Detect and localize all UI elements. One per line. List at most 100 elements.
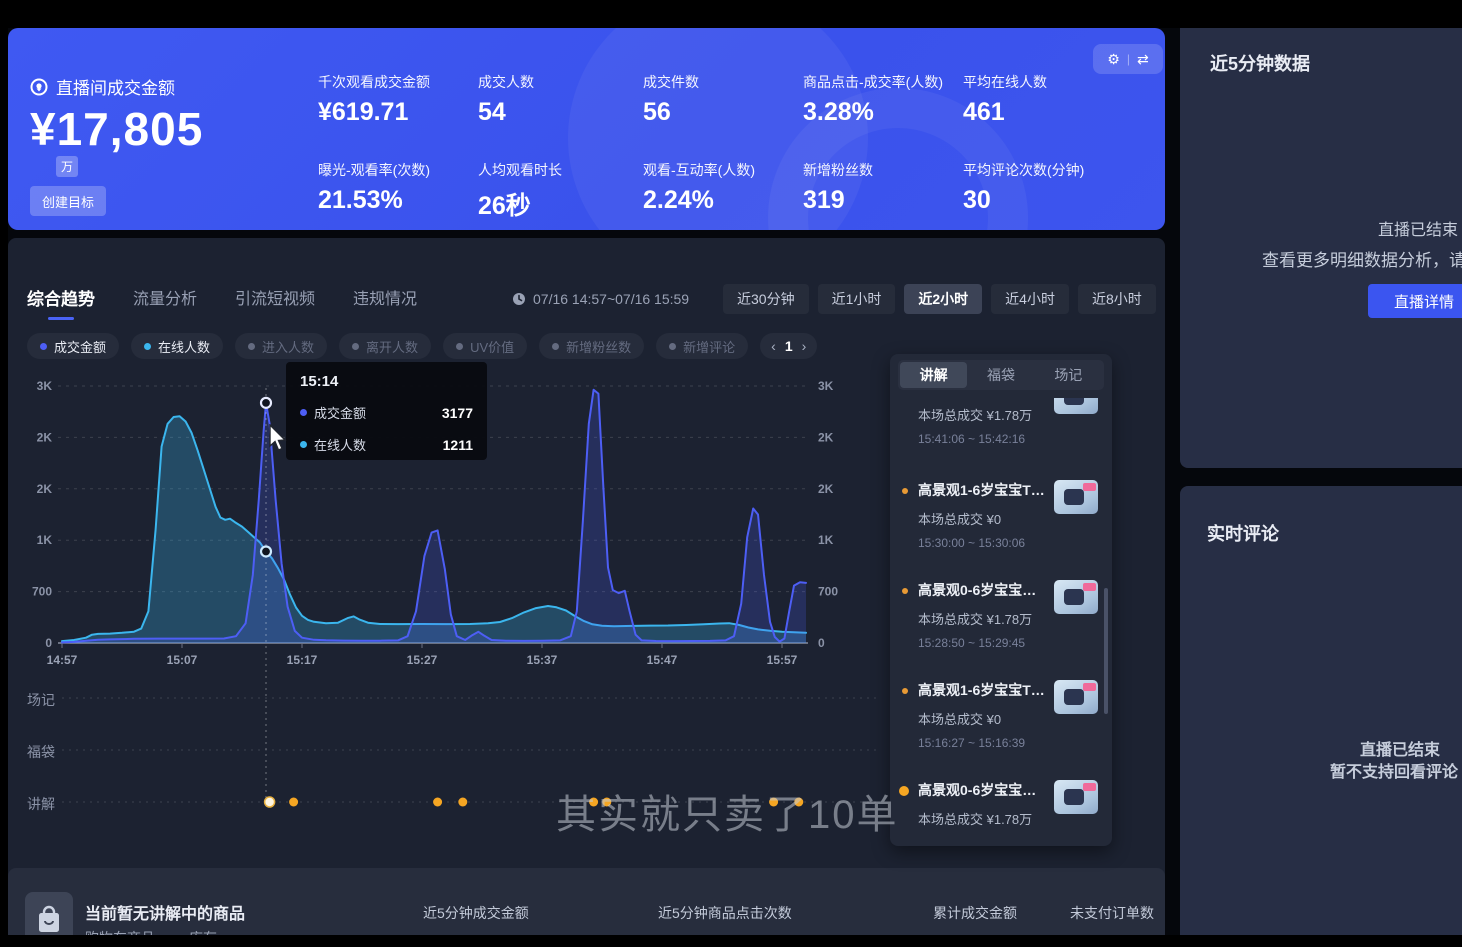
tooltip-series-dot-icon	[300, 441, 307, 448]
time-filter-button[interactable]: 近4小时	[991, 284, 1069, 314]
product-tab[interactable]: 场记	[1035, 362, 1102, 388]
product-list-item[interactable]: 高景观1-6岁宝宝T1…本场总成交 ¥015:30:00 ~ 15:30:06	[890, 480, 1112, 580]
legend-dot-icon	[352, 343, 359, 350]
svg-text:700: 700	[818, 585, 838, 599]
list-scrollbar[interactable]	[1104, 588, 1108, 714]
product-title: 高景观1-6岁宝宝T1…	[918, 680, 1046, 700]
banner-tools: ⚙ | ⇄	[1093, 44, 1163, 74]
time-range: 07/16 14:57~07/16 15:59	[512, 291, 689, 307]
gear-icon[interactable]: ⚙	[1107, 51, 1120, 68]
product-list-item[interactable]: 高景观1-6岁宝宝T1…本场总成交 ¥015:16:27 ~ 15:16:39	[890, 680, 1112, 780]
thumbnail-image	[1064, 689, 1084, 705]
event-row-label: 场记	[27, 690, 55, 710]
tab-2[interactable]: 引流短视频	[235, 285, 315, 319]
trend-tabs: 综合趋势 流量分析 引流短视频 违规情况	[27, 285, 417, 320]
product-tab[interactable]: 福袋	[967, 362, 1034, 388]
product-time-range: 15:41:06 ~ 15:42:16	[918, 432, 1112, 446]
legend-chip[interactable]: UV价值	[443, 333, 527, 359]
legend-label: 成交金额	[54, 337, 106, 356]
kpi-value: ¥619.71	[318, 98, 478, 127]
time-filter-buttons: 近30分钟近1小时近2小时近4小时近8小时	[723, 284, 1156, 314]
time-filter-button[interactable]: 近1小时	[818, 284, 896, 314]
time-filter-button[interactable]: 近8小时	[1078, 284, 1156, 314]
recent-data-card: 近5分钟数据 直播已结束 查看更多明细数据分析，请 直播详情	[1180, 14, 1462, 468]
svg-text:15:57: 15:57	[767, 653, 798, 667]
kpi-grid: 千次观看成交金额¥619.71成交人数54成交件数56商品点击-成交率(人数)3…	[318, 72, 1158, 230]
thumbnail-image	[1064, 398, 1084, 405]
kpi-cell: 曝光-观看率(次数)21.53%	[318, 160, 478, 230]
explain-dot-icon	[902, 688, 908, 694]
event-row-label: 福袋	[27, 742, 55, 762]
tab-3[interactable]: 违规情况	[353, 285, 417, 319]
top-black-bar	[0, 0, 1462, 28]
kpi-label: 观看-互动率(人数)	[643, 160, 803, 180]
time-filter-button[interactable]: 近2小时	[904, 284, 982, 314]
kpi-label: 商品点击-成交率(人数)	[803, 72, 963, 92]
kpi-value: 56	[643, 98, 803, 127]
tooltip-series-label: 成交金额	[314, 403, 366, 422]
kpi-label: 成交人数	[478, 72, 643, 92]
time-filter-button[interactable]: 近30分钟	[723, 284, 809, 314]
kpi-label: 曝光-观看率(次数)	[318, 160, 478, 180]
chevron-right-icon[interactable]: ›	[802, 338, 807, 354]
legend-chip[interactable]: 新增粉丝数	[539, 333, 644, 359]
legend-chip[interactable]: 在线人数	[131, 333, 223, 359]
kpi-label: 成交件数	[643, 72, 803, 92]
tooltip-series-value: 3177	[442, 405, 473, 421]
svg-text:2K: 2K	[37, 482, 53, 496]
svg-text:14:57: 14:57	[47, 653, 78, 667]
svg-text:3K: 3K	[37, 379, 53, 393]
thumbnail-badge	[1083, 683, 1096, 691]
svg-text:15:07: 15:07	[167, 653, 198, 667]
product-list-item[interactable]: 高景观0-6岁宝宝溜…本场总成交 ¥1.78万15:14:15 ~ 15:16:…	[890, 780, 1112, 838]
swap-icon[interactable]: ⇄	[1137, 51, 1149, 68]
svg-text:3K: 3K	[818, 379, 834, 393]
legend-dot-icon	[248, 343, 255, 350]
legend-label: 进入人数	[262, 337, 314, 356]
realtime-comments-card: 实时评论 直播已结束 暂不支持回看评论	[1180, 486, 1462, 947]
product-tab[interactable]: 讲解	[900, 362, 967, 388]
product-list-item[interactable]: 高景观0-6岁宝宝溜…本场总成交 ¥1.78万15:28:50 ~ 15:29:…	[890, 580, 1112, 680]
thumbnail-badge	[1083, 483, 1096, 491]
product-list-item[interactable]: 本场总成交 ¥1.78万15:41:06 ~ 15:42:16	[890, 398, 1112, 480]
kpi-label: 千次观看成交金额	[318, 72, 478, 92]
tooltip-time: 15:14	[300, 373, 473, 390]
kpi-label: 平均在线人数	[963, 72, 1158, 92]
live-ended-text: 直播已结束	[1378, 216, 1458, 240]
main-kpi-value: ¥17,805	[30, 102, 203, 156]
legend-chip[interactable]: 新增评论	[656, 333, 748, 359]
tooltip-row: 成交金额 3177	[300, 403, 473, 422]
left-black-bar	[0, 0, 8, 947]
main-kpi-unit-badge: 万	[56, 156, 78, 177]
product-card-tabs: 讲解福袋场记	[898, 360, 1104, 390]
svg-text:2K: 2K	[818, 430, 834, 444]
kpi-cell: 成交人数54	[478, 72, 643, 160]
chart-tooltip: 15:14 成交金额3177在线人数1211	[286, 362, 487, 460]
tab-1[interactable]: 流量分析	[133, 285, 197, 319]
create-goal-button[interactable]: 创建目标	[30, 186, 106, 216]
video-caption: 其实就只卖了10单	[556, 782, 899, 840]
event-row-label: 讲解	[27, 794, 55, 814]
product-list: 本场总成交 ¥1.78万15:41:06 ~ 15:42:16高景观1-6岁宝宝…	[890, 398, 1112, 838]
svg-text:0: 0	[818, 636, 825, 650]
thumbnail-badge	[1083, 783, 1096, 791]
product-thumbnail	[1054, 680, 1098, 714]
legend-dot-icon	[40, 343, 47, 350]
legend-chip[interactable]: 成交金额	[27, 333, 119, 359]
kpi-label: 人均观看时长	[478, 160, 643, 180]
product-time-range: 15:28:50 ~ 15:29:45	[918, 636, 1112, 650]
page-number: 1	[785, 338, 793, 354]
svg-text:1K: 1K	[37, 533, 53, 547]
bottom-stat-label: 近5分钟成交金额	[423, 903, 529, 923]
live-detail-button[interactable]: 直播详情	[1368, 284, 1462, 318]
kpi-cell: 人均观看时长26秒	[478, 160, 643, 230]
chevron-left-icon[interactable]: ‹	[771, 338, 776, 354]
kpi-cell: 千次观看成交金额 ¥619.71	[318, 72, 478, 160]
tab-0[interactable]: 综合趋势	[27, 285, 95, 320]
kpi-value: 2.24%	[643, 186, 803, 215]
bottom-black-bar	[0, 935, 1462, 947]
kpi-label: 新增粉丝数	[803, 160, 963, 180]
legend-chip[interactable]: 进入人数	[235, 333, 327, 359]
main-kpi-label: 直播间成交金额	[56, 74, 175, 99]
legend-chip[interactable]: 离开人数	[339, 333, 431, 359]
